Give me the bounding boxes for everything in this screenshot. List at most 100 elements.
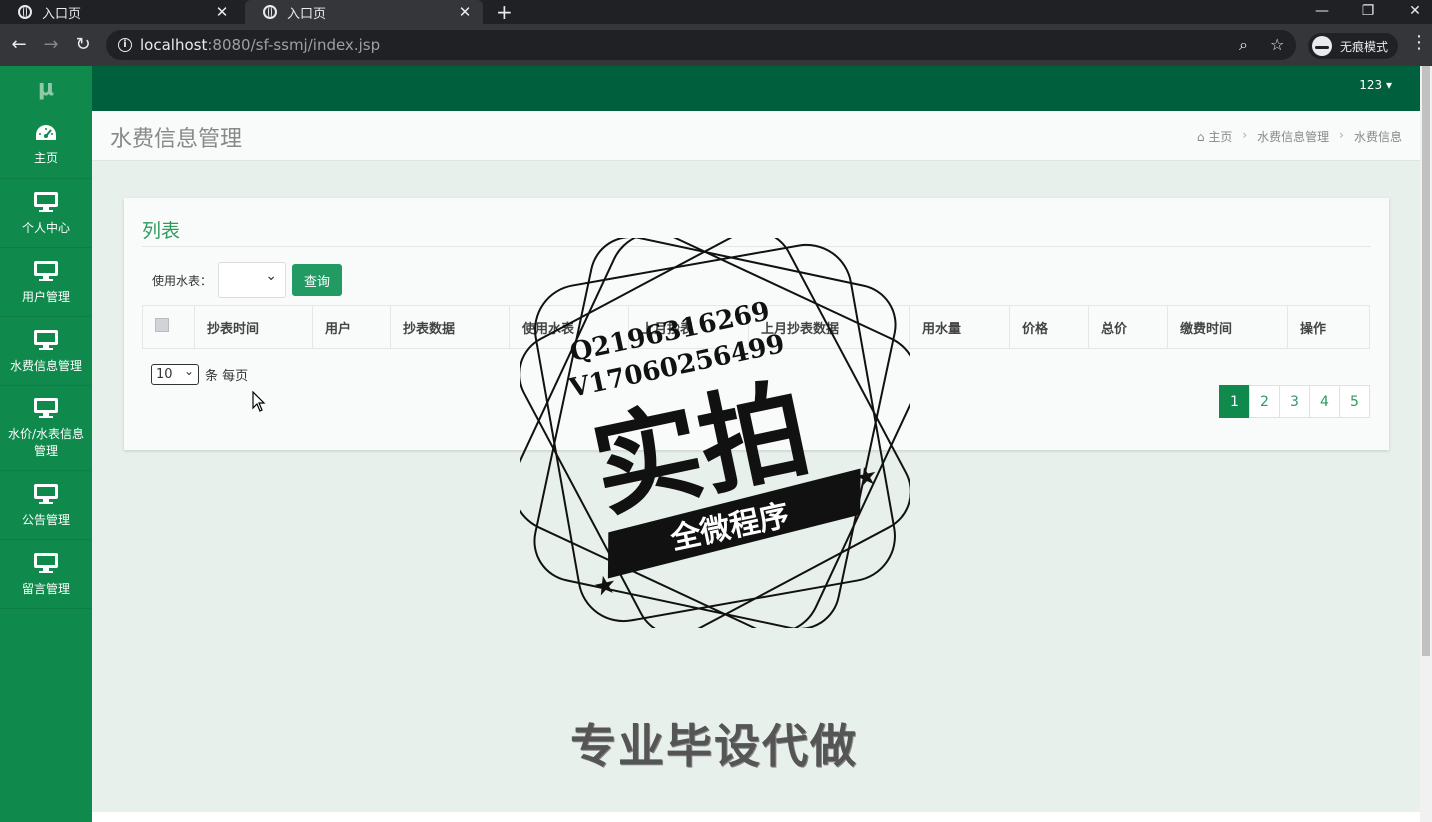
zoom-icon[interactable]: ⌕ (1239, 35, 1248, 55)
reload-icon[interactable]: ↻ (72, 34, 94, 56)
monitor-icon (34, 329, 58, 350)
page-title: 水费信息管理 (110, 127, 243, 152)
globe-icon (263, 5, 277, 19)
sidebar-item-notice[interactable]: 公告管理 (0, 471, 92, 540)
new-tab-icon[interactable]: + (496, 1, 513, 23)
column-header[interactable]: 用户 (312, 305, 391, 349)
sidebar-item-label: 公告管理 (21, 512, 70, 527)
minimize-icon[interactable]: — (1307, 0, 1337, 24)
sidebar-item-label: 留言管理 (21, 581, 70, 596)
mouse-cursor-icon (252, 391, 266, 412)
column-header[interactable]: 缴费时间 (1167, 305, 1288, 349)
bookmark-star-icon[interactable]: ☆ (1270, 35, 1284, 54)
browser-tabbar: 入口页 ✕ 入口页 ✕ + — ❐ ✕ (0, 0, 1432, 24)
scrollbar-thumb[interactable] (1422, 66, 1430, 656)
sidebar-item-price-meter[interactable]: 水价/水表信息管理 (0, 386, 92, 471)
chevron-right-icon: › (1339, 128, 1344, 142)
column-header[interactable]: 上月抄表 (628, 305, 749, 349)
incognito-badge[interactable]: 无痕模式 (1308, 33, 1399, 59)
query-button[interactable]: 查询 (292, 264, 343, 296)
page-size-control: 10 条 每页 (151, 362, 249, 385)
sidebar: μ 主页 个人中心 用户管理 水费信息管理 水价/水表信息管理 公告管理 留言管… (0, 66, 92, 822)
window-close-icon[interactable]: ✕ (1400, 0, 1430, 24)
page-button[interactable]: 1 (1219, 385, 1250, 418)
incognito-icon (1312, 36, 1332, 56)
sidebar-item-messages[interactable]: 留言管理 (0, 540, 92, 609)
page-header: 水费信息管理 ⌂ 主页 › 水费信息管理 › 水费信息 (92, 111, 1420, 161)
restore-icon[interactable]: ❐ (1353, 0, 1383, 24)
filter-label: 使用水表： (152, 273, 213, 288)
browser-toolbar: ← → ↻ i localhost:8080/sf-ssmj/index.jsp… (0, 24, 1432, 66)
forward-icon[interactable]: → (40, 34, 62, 56)
sidebar-item-label: 个人中心 (21, 220, 70, 235)
sidebar-item-label: 用户管理 (21, 289, 70, 304)
column-header[interactable]: 价格 (1009, 305, 1089, 349)
column-header[interactable]: 用水量 (909, 305, 1010, 349)
home-icon: ⌂ (1196, 130, 1209, 144)
user-menu[interactable]: 123 ▾ (1359, 78, 1392, 92)
monitor-icon (34, 552, 58, 573)
monitor-icon (34, 260, 58, 281)
column-header[interactable]: 使用水表 (509, 305, 629, 349)
page-scrollbar[interactable] (1420, 66, 1432, 822)
list-card: 列表 使用水表： 查询 抄表时间 用户 抄表数据 使用水表 上月抄表 上月抄表数 (124, 198, 1389, 450)
data-table: 抄表时间 用户 抄表数据 使用水表 上月抄表 上月抄表数据 用水量 价格 总价 … (142, 305, 1370, 349)
table-header-row: 抄表时间 用户 抄表数据 使用水表 上月抄表 上月抄表数据 用水量 价格 总价 … (142, 305, 1370, 349)
close-tab-icon[interactable]: ✕ (214, 3, 230, 21)
address-bar[interactable]: i localhost:8080/sf-ssmj/index.jsp ⌕ ☆ (106, 30, 1296, 60)
page-button[interactable]: 4 (1309, 385, 1340, 418)
column-header[interactable]: 抄表时间 (194, 305, 313, 349)
close-tab-icon[interactable]: ✕ (457, 3, 473, 21)
page-button[interactable]: 5 (1339, 385, 1370, 418)
tab-title: 入口页 (287, 6, 327, 22)
incognito-label: 无痕模式 (1340, 39, 1389, 54)
url-path: :8080/sf-ssmj/index.jsp (207, 36, 381, 54)
divider (142, 246, 1371, 247)
column-header[interactable]: 上月抄表数据 (748, 305, 910, 349)
browser-tab-1[interactable]: 入口页 ✕ (0, 0, 240, 24)
page-size-label: 条 每页 (205, 369, 249, 384)
sidebar-item-label: 水费信息管理 (9, 358, 82, 373)
meter-select[interactable] (218, 262, 287, 298)
sidebar-item-label: 水价/水表信息管理 (7, 427, 85, 458)
column-header[interactable]: 总价 (1088, 305, 1168, 349)
sidebar-item-users[interactable]: 用户管理 (0, 248, 92, 317)
breadcrumb: ⌂ 主页 › 水费信息管理 › 水费信息 (1197, 128, 1402, 145)
watermark-bottom-text: 专业毕设代做 (570, 719, 858, 773)
top-navbar: 123 ▾ (92, 66, 1432, 111)
select-all-checkbox[interactable] (155, 318, 169, 332)
sidebar-item-home[interactable]: 主页 (0, 111, 92, 179)
filter-bar: 使用水表： 查询 (152, 262, 343, 298)
tab-title: 入口页 (42, 6, 82, 22)
url-host: localhost (140, 36, 208, 54)
page-button[interactable]: 2 (1249, 385, 1280, 418)
column-header: 操作 (1287, 305, 1370, 349)
sidebar-item-water-fee[interactable]: 水费信息管理 (0, 317, 92, 386)
back-icon[interactable]: ← (8, 34, 30, 56)
page-size-select[interactable]: 10 (151, 362, 199, 385)
column-header[interactable]: 抄表数据 (390, 305, 510, 349)
select-all-cell (142, 305, 195, 349)
user-name: 123 (1359, 78, 1383, 92)
monitor-icon (34, 483, 58, 504)
breadcrumb-current: 水费信息 (1353, 130, 1402, 144)
sidebar-item-label: 主页 (33, 151, 58, 165)
sidebar-item-profile[interactable]: 个人中心 (0, 179, 92, 248)
chevron-right-icon: › (1242, 128, 1248, 142)
breadcrumb-item[interactable]: 水费信息管理 (1257, 128, 1329, 145)
globe-icon (18, 5, 32, 19)
monitor-icon (34, 191, 58, 212)
caret-down-icon: ▾ (1385, 78, 1392, 92)
footer-strip (92, 812, 1420, 822)
card-title: 列表 (142, 220, 181, 242)
page-button[interactable]: 3 (1279, 385, 1310, 418)
monitor-icon (34, 398, 58, 418)
breadcrumb-home[interactable]: ⌂ 主页 (1197, 128, 1232, 145)
pagination: 1 2 3 4 5 (1219, 385, 1370, 418)
app-logo[interactable]: μ (0, 66, 92, 111)
browser-tab-2[interactable]: 入口页 ✕ (245, 0, 483, 24)
dashboard-icon (36, 125, 56, 140)
browser-menu-icon[interactable]: ⋮ (1410, 32, 1428, 53)
app-root: μ 主页 个人中心 用户管理 水费信息管理 水价/水表信息管理 公告管理 留言管… (0, 66, 1432, 822)
info-icon[interactable]: i (118, 38, 132, 52)
